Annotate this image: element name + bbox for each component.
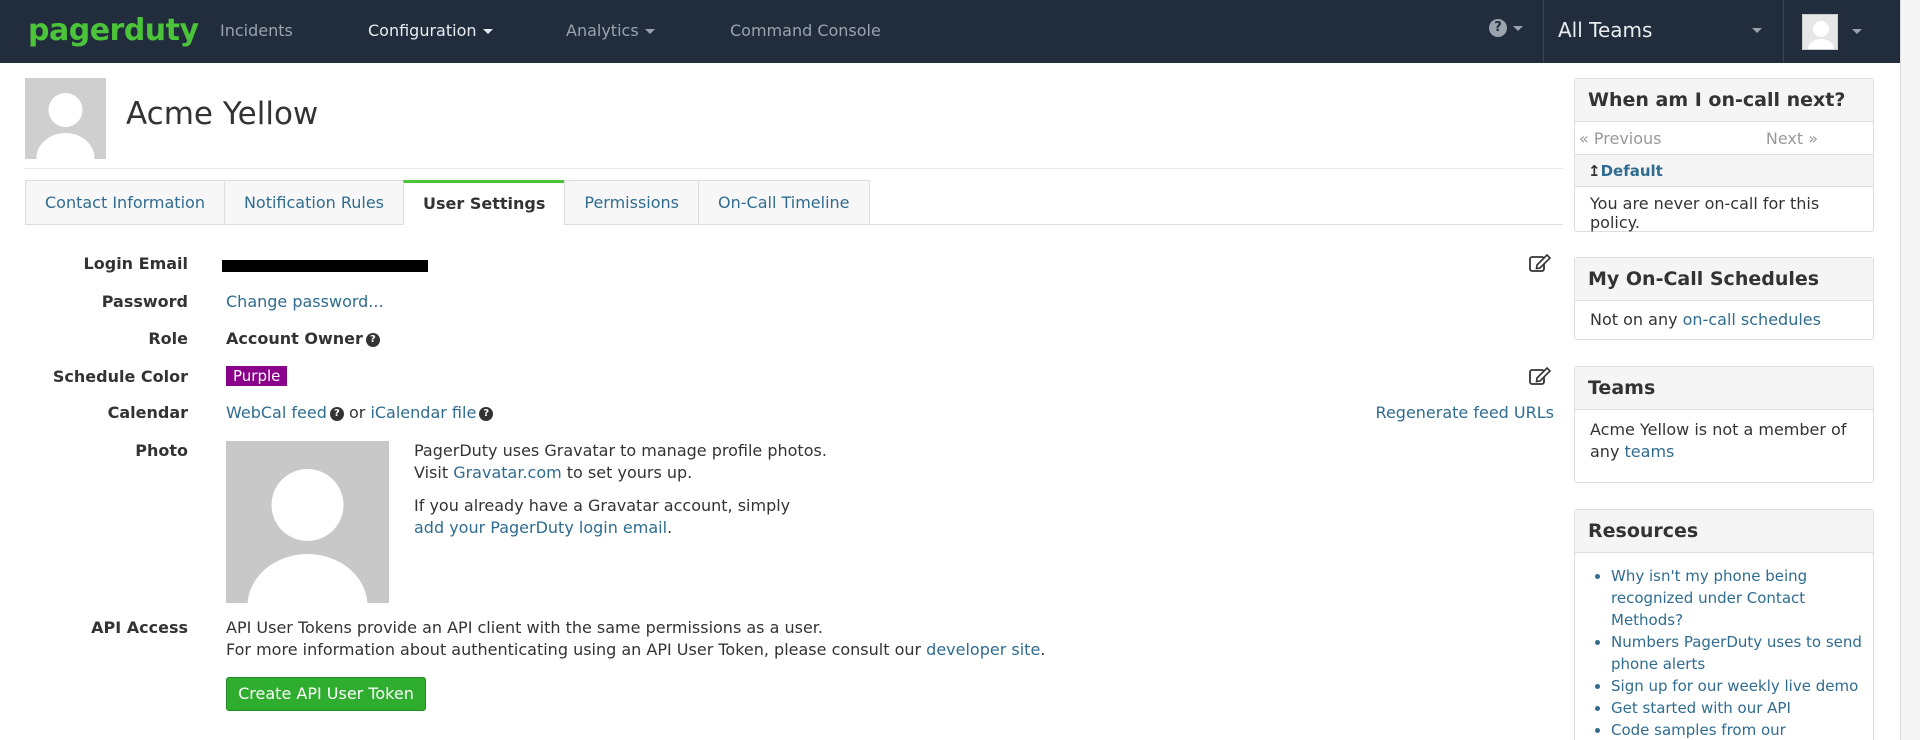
- list-item[interactable]: Code samples from our: [1611, 719, 1863, 740]
- photo-text-1: PagerDuty uses Gravatar to manage profil…: [414, 441, 827, 460]
- api-text-2-pre: For more information about authenticatin…: [226, 640, 922, 659]
- list-item[interactable]: Numbers PagerDuty uses to send phone ale…: [1611, 631, 1863, 675]
- webcal-feed-link[interactable]: WebCal feed: [226, 403, 327, 422]
- oncall-pager: « Previous Next »: [1575, 122, 1873, 155]
- panel-title: Teams: [1575, 367, 1873, 410]
- help-icon[interactable]: ?: [365, 332, 380, 347]
- nav-command-console[interactable]: Command Console: [730, 21, 881, 40]
- avatar-silhouette-icon: [226, 441, 389, 603]
- default-policy-link[interactable]: Default: [1601, 162, 1663, 180]
- chevron-down-icon: [1752, 28, 1762, 33]
- chevron-down-icon: [1513, 25, 1523, 31]
- list-item[interactable]: Why isn't my phone being recognized unde…: [1611, 565, 1863, 631]
- role-text: Account Owner: [226, 329, 363, 348]
- tab-user-settings[interactable]: User Settings: [403, 180, 565, 225]
- escalation-policy-icon: ↥: [1588, 162, 1601, 180]
- avatar-silhouette-icon: [25, 78, 106, 159]
- edit-icon[interactable]: [1529, 253, 1551, 273]
- icalendar-file-link[interactable]: iCalendar file: [370, 403, 476, 422]
- api-text-2-post: .: [1040, 640, 1046, 659]
- panel-title: When am I on-call next?: [1575, 79, 1873, 122]
- teams-link[interactable]: teams: [1625, 442, 1675, 461]
- list-item[interactable]: Get started with our API: [1611, 697, 1863, 719]
- schedule-color-value: Purple: [226, 366, 288, 386]
- regenerate-feed-urls-link[interactable]: Regenerate feed URLs: [1376, 403, 1554, 422]
- change-password-link[interactable]: Change password...: [226, 292, 384, 311]
- page-title: Acme Yellow: [126, 96, 319, 132]
- nav-analytics-label: Analytics: [566, 21, 639, 40]
- create-api-user-token-button[interactable]: Create API User Token: [226, 677, 426, 711]
- login-email-value: [222, 254, 428, 273]
- help-icon[interactable]: ?: [479, 406, 494, 421]
- profile-tabs: Contact Information Notification Rules U…: [25, 180, 870, 225]
- redacted-email: [222, 260, 428, 272]
- page-scrollbar[interactable]: [1900, 0, 1920, 740]
- schedules-panel: My On-Call Schedules Not on any on-call …: [1574, 257, 1874, 340]
- api-access-label: API Access: [91, 618, 188, 637]
- previous-link[interactable]: « Previous: [1579, 122, 1662, 154]
- top-navbar: pagerduty Incidents Configuration Analyt…: [0, 0, 1900, 63]
- tab-permissions[interactable]: Permissions: [564, 180, 699, 225]
- photo-text-2-pre: Visit: [414, 463, 449, 482]
- photo-text-3: If you already have a Gravatar account, …: [414, 496, 791, 515]
- api-text-2: For more information about authenticatin…: [226, 639, 1045, 661]
- tab-on-call-timeline[interactable]: On-Call Timeline: [698, 180, 870, 225]
- photo-text-2: Visit Gravatar.com to set yours up.: [414, 462, 692, 484]
- resources-list: Why isn't my phone being recognized unde…: [1575, 553, 1873, 740]
- divider: [25, 168, 1563, 169]
- schedules-text-pre: Not on any: [1590, 310, 1678, 329]
- role-value: Account Owner?: [226, 329, 380, 348]
- team-selector-label: All Teams: [1558, 18, 1653, 42]
- policy-row: ↥Default: [1575, 155, 1873, 187]
- edit-icon[interactable]: [1529, 366, 1551, 386]
- pagerduty-logo[interactable]: pagerduty: [28, 13, 199, 48]
- calendar-value: WebCal feed? or iCalendar file?: [226, 403, 494, 422]
- nav-analytics[interactable]: Analytics: [566, 21, 655, 40]
- chevron-down-icon: [482, 29, 493, 34]
- login-email-label: Login Email: [83, 254, 188, 273]
- nav-divider: [1783, 0, 1784, 63]
- schedules-text: Not on any on-call schedules: [1575, 301, 1873, 329]
- team-selector[interactable]: All Teams: [1544, 0, 1778, 63]
- password-label: Password: [101, 292, 188, 311]
- tab-contact-information[interactable]: Contact Information: [25, 180, 224, 225]
- help-icon[interactable]: ?: [329, 406, 344, 421]
- nav-configuration[interactable]: Configuration: [368, 21, 493, 40]
- help-menu[interactable]: ?: [1489, 19, 1523, 37]
- nav-incidents[interactable]: Incidents: [220, 21, 293, 40]
- list-item[interactable]: Sign up for our weekly live demo: [1611, 675, 1863, 697]
- panel-title: My On-Call Schedules: [1575, 258, 1873, 301]
- tab-notification-rules[interactable]: Notification Rules: [223, 180, 404, 225]
- photo-label: Photo: [135, 441, 188, 460]
- resources-panel: Resources Why isn't my phone being recog…: [1574, 509, 1874, 740]
- calendar-label: Calendar: [107, 403, 188, 422]
- role-label: Role: [148, 329, 188, 348]
- developer-site-link[interactable]: developer site: [926, 640, 1040, 659]
- add-login-email-link[interactable]: add your PagerDuty login email: [414, 518, 667, 537]
- nav-configuration-label: Configuration: [368, 21, 477, 40]
- user-avatar-menu[interactable]: [1802, 14, 1838, 50]
- photo-text-2-post: to set yours up.: [566, 463, 693, 482]
- teams-panel: Teams Acme Yellow is not a member of any…: [1574, 366, 1874, 483]
- photo-text-4: add your PagerDuty login email.: [414, 517, 672, 539]
- help-icon: ?: [1489, 19, 1507, 37]
- teams-text: Acme Yellow is not a member of any teams: [1575, 410, 1873, 463]
- chevron-down-icon: [644, 29, 655, 34]
- photo-text-4-post: .: [667, 518, 673, 537]
- avatar-silhouette-icon: [1803, 15, 1837, 49]
- oncall-next-panel: When am I on-call next? « Previous Next …: [1574, 78, 1874, 232]
- status-badge: Purple: [226, 366, 288, 386]
- gravatar-link[interactable]: Gravatar.com: [453, 463, 562, 482]
- calendar-or-text: or: [348, 403, 366, 422]
- on-call-schedules-link[interactable]: on-call schedules: [1683, 310, 1821, 329]
- panel-title: Resources: [1575, 510, 1873, 553]
- chevron-down-icon[interactable]: [1852, 29, 1862, 34]
- oncall-text: You are never on-call for this policy.: [1590, 194, 1820, 232]
- profile-avatar: [25, 78, 106, 159]
- api-text-1: API User Tokens provide an API client wi…: [226, 618, 823, 637]
- profile-photo: [226, 441, 389, 603]
- schedule-color-label: Schedule Color: [52, 367, 188, 386]
- next-link[interactable]: Next »: [1766, 122, 1818, 154]
